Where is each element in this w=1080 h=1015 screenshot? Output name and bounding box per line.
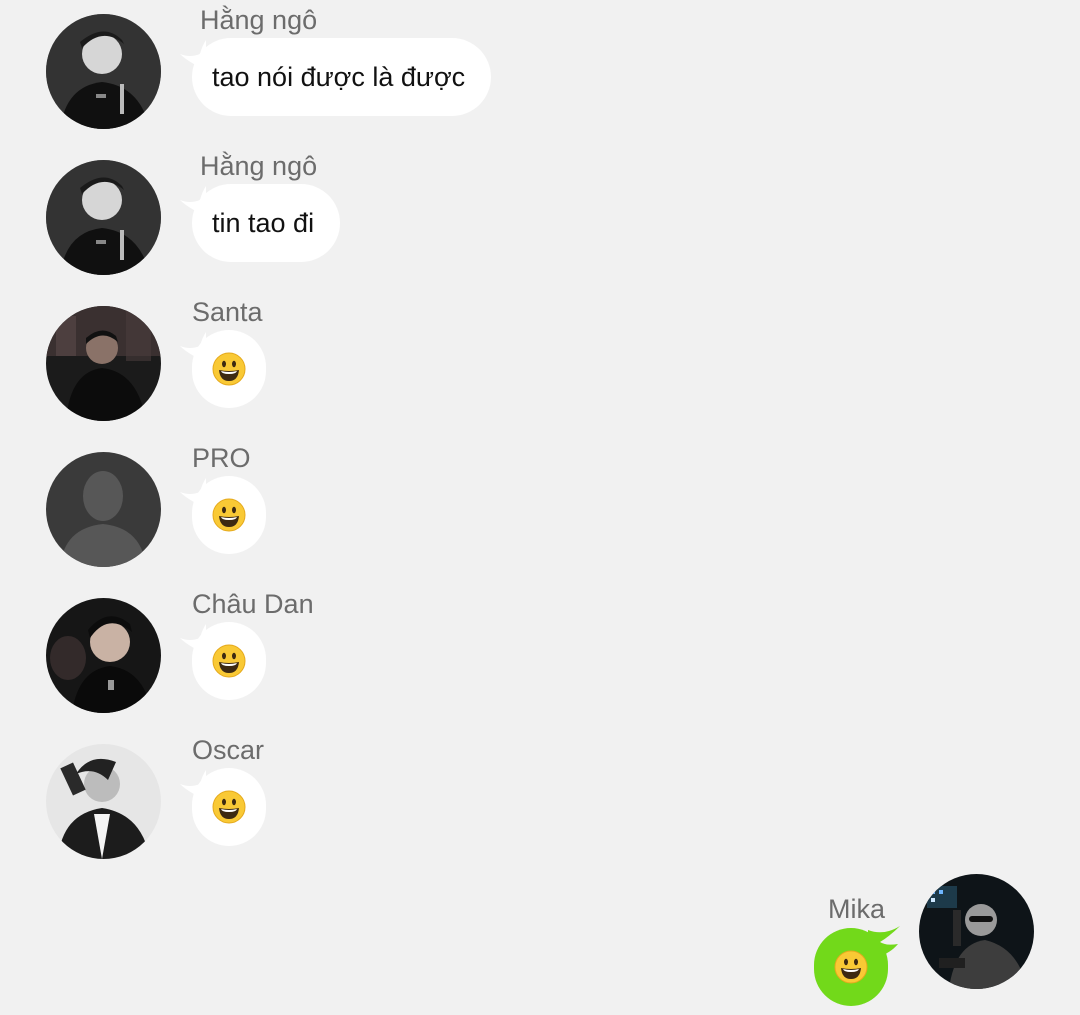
message-bubble[interactable] [192, 622, 266, 700]
own-message-bubble[interactable] [814, 928, 888, 1006]
smiley-emoji-icon [834, 950, 868, 984]
sender-name: Hằng ngô [200, 151, 318, 181]
smiley-emoji-icon [212, 498, 246, 532]
message-row: Hằng ngô tao nói được là được [0, 0, 1080, 146]
message-row: Oscar [0, 730, 1080, 876]
sender-name: Santa [192, 297, 263, 327]
sender-name: Hằng ngô [200, 5, 318, 35]
sender-name: PRO [192, 443, 251, 473]
message-row: Châu Dan [0, 584, 1080, 730]
smiley-emoji-icon [212, 352, 246, 386]
message-bubble[interactable] [192, 768, 266, 846]
message-bubble[interactable]: tao nói được là được [192, 38, 492, 116]
avatar[interactable] [919, 874, 1034, 989]
message-bubble[interactable]: tin tao đi [192, 184, 341, 262]
sender-name: Châu Dan [192, 589, 314, 619]
message-row: Santa [0, 292, 1080, 438]
avatar[interactable] [46, 452, 161, 567]
avatar[interactable] [46, 306, 161, 421]
avatar[interactable] [46, 160, 161, 275]
smiley-emoji-icon [212, 790, 246, 824]
smiley-emoji-icon [212, 644, 246, 678]
message-text: tin tao đi [212, 207, 315, 238]
avatar[interactable] [46, 598, 161, 713]
avatar[interactable] [46, 744, 161, 859]
sender-name: Mika [828, 894, 886, 924]
avatar[interactable] [46, 14, 161, 129]
message-bubble[interactable] [192, 330, 266, 408]
sender-name: Oscar [192, 735, 265, 765]
message-row: Hằng ngô tin tao đi [0, 146, 1080, 292]
message-bubble[interactable] [192, 476, 266, 554]
message-text: tao nói được là được [212, 61, 466, 92]
message-row: PRO [0, 438, 1080, 584]
